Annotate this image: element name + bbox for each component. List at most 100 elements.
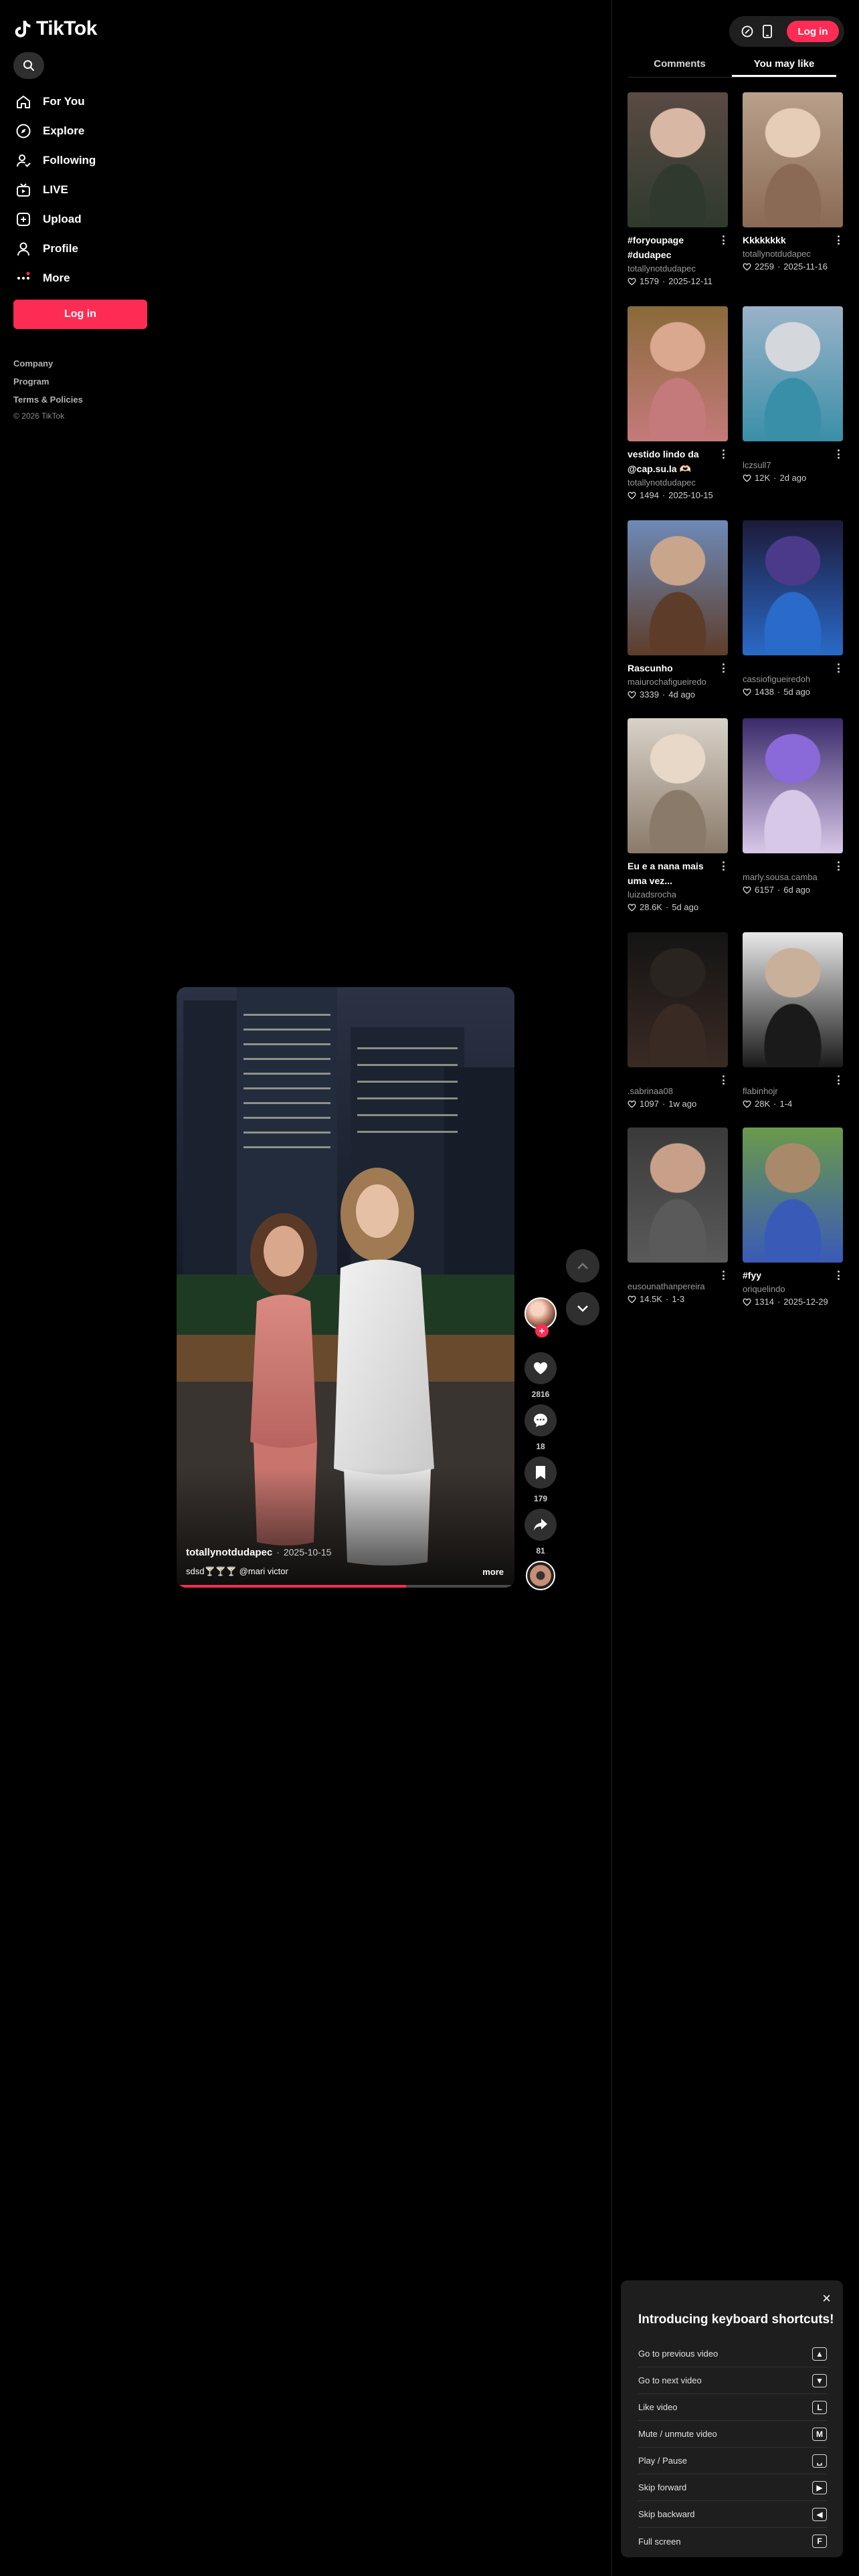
- creator-avatar[interactable]: +: [524, 1297, 557, 1337]
- save-button[interactable]: [524, 1457, 557, 1489]
- video-thumbnail[interactable]: [743, 932, 843, 1067]
- header-login-button[interactable]: Log in: [787, 21, 839, 42]
- video-author[interactable]: lczsull7: [743, 459, 843, 471]
- close-icon[interactable]: ×: [822, 2290, 831, 2307]
- video-author[interactable]: .sabrinaa08: [628, 1085, 728, 1097]
- tiktok-logo-icon: [15, 21, 31, 37]
- more-icon: [15, 270, 32, 287]
- caption-more-link[interactable]: more: [482, 1567, 504, 1577]
- like-button[interactable]: [524, 1352, 557, 1384]
- share-button[interactable]: [524, 1509, 557, 1541]
- video-card[interactable]: flabinhojr 28K · 1-4: [743, 932, 843, 1111]
- video-progress-bar[interactable]: [177, 1585, 514, 1588]
- footer-link-program[interactable]: Program: [13, 372, 83, 391]
- sound-disc[interactable]: [526, 1561, 555, 1590]
- more-options-icon[interactable]: [835, 235, 842, 245]
- video-thumbnail[interactable]: [743, 1128, 843, 1263]
- shortcut-key: ▼: [812, 2373, 827, 2387]
- video-card[interactable]: #foryoupage #dudapec totallynotdudapec 157…: [628, 92, 728, 288]
- video-thumbnail[interactable]: [628, 718, 728, 853]
- video-author[interactable]: eusounathanpereira: [628, 1280, 728, 1293]
- search-button[interactable]: [13, 52, 44, 79]
- footer-link-company[interactable]: Company: [13, 354, 83, 372]
- more-options-icon[interactable]: [720, 1271, 727, 1280]
- tab-you-may-like[interactable]: You may like: [732, 52, 836, 77]
- video-author[interactable]: flabinhojr: [743, 1085, 843, 1097]
- nav-item-explore[interactable]: Explore: [15, 116, 96, 146]
- video-card[interactable]: vestido lindo da @cap.su.la 🫶🏻 totallynot…: [628, 306, 728, 502]
- video-card[interactable]: lczsull7 12K · 2d ago: [743, 306, 843, 485]
- more-options-icon[interactable]: [835, 663, 842, 673]
- footer-link-terms[interactable]: Terms & Policies: [13, 391, 83, 409]
- get-app-button[interactable]: [757, 21, 777, 41]
- post-date: 1-3: [672, 1294, 685, 1304]
- nav-label: Profile: [43, 242, 78, 255]
- video-thumbnail[interactable]: [743, 718, 843, 853]
- video-player[interactable]: totallynotdudapec · 2025-10-15 sdsd🍸🍸🍸 @…: [177, 987, 514, 1588]
- video-author-name[interactable]: totallynotdudapec: [186, 1547, 272, 1558]
- more-options-icon[interactable]: [835, 1271, 842, 1280]
- more-options-icon[interactable]: [720, 1075, 727, 1085]
- post-date: 2025-12-11: [668, 276, 712, 286]
- sidebar-login-button[interactable]: Log in: [13, 300, 147, 329]
- more-options-icon[interactable]: [835, 861, 842, 871]
- more-options-icon[interactable]: [835, 449, 842, 459]
- comment-button[interactable]: [524, 1404, 557, 1436]
- video-author[interactable]: luizadsrocha: [628, 888, 728, 901]
- video-thumbnail[interactable]: [743, 92, 843, 227]
- search-icon: [23, 60, 34, 71]
- more-options-icon[interactable]: [720, 663, 727, 673]
- video-author[interactable]: maiurochafigueiredo: [628, 675, 728, 688]
- video-card[interactable]: marly.sousa.camba 6157 · 6d ago: [743, 718, 843, 897]
- video-thumbnail[interactable]: [628, 306, 728, 441]
- stat-separator: ·: [777, 885, 781, 895]
- heart-outline-icon: [743, 474, 751, 482]
- video-card[interactable]: Eu e a nana mais uma vez... luizadsrocha 2…: [628, 718, 728, 914]
- video-author[interactable]: totallynotdudapec: [628, 262, 728, 275]
- previous-video-button[interactable]: [566, 1249, 599, 1283]
- nav-item-more[interactable]: More: [15, 263, 96, 293]
- video-card[interactable]: cassiofigueiredoh 1438 · 5d ago: [743, 520, 843, 699]
- shortcut-row: Full screen F: [638, 2528, 827, 2555]
- more-options-icon[interactable]: [835, 1075, 842, 1085]
- more-options-icon[interactable]: [720, 449, 727, 459]
- video-card[interactable]: Rascunho maiurochafigueiredo 3339 · 4d ago: [628, 520, 728, 702]
- video-thumbnail[interactable]: [628, 932, 728, 1067]
- stat-separator: ·: [777, 687, 781, 697]
- video-thumbnail[interactable]: [743, 306, 843, 441]
- video-author[interactable]: cassiofigueiredoh: [743, 673, 843, 685]
- shortcut-label: Full screen: [638, 2536, 681, 2547]
- video-thumbnail[interactable]: [628, 92, 728, 227]
- follow-plus-button[interactable]: +: [535, 1324, 549, 1337]
- nav-item-for-you[interactable]: For You: [15, 87, 96, 116]
- video-author[interactable]: oriquelindo: [743, 1283, 843, 1295]
- video-thumbnail[interactable]: [743, 520, 843, 655]
- video-author[interactable]: totallynotdudapec: [743, 247, 843, 260]
- video-card[interactable]: Kkkkkkkk totallynotdudapec 2259 · 2025-11-16: [743, 92, 843, 274]
- post-date: 5d ago: [783, 687, 811, 697]
- nav-item-upload[interactable]: Upload: [15, 205, 96, 234]
- nav-item-profile[interactable]: Profile: [15, 234, 96, 263]
- video-thumbnail[interactable]: [628, 1128, 728, 1263]
- coins-button[interactable]: [737, 21, 757, 41]
- shortcut-key: ◀: [812, 2507, 827, 2521]
- more-options-icon[interactable]: [720, 235, 727, 245]
- video-author[interactable]: marly.sousa.camba: [743, 871, 843, 883]
- tiktok-logo[interactable]: TikTok: [15, 17, 97, 40]
- video-thumbnail[interactable]: [628, 520, 728, 655]
- video-author[interactable]: totallynotdudapec: [628, 476, 728, 489]
- chevron-up-icon: [577, 1263, 588, 1269]
- nav-item-live[interactable]: LIVE: [15, 175, 96, 205]
- video-card[interactable]: #fyy oriquelindo 1314 · 2025-12-29: [743, 1128, 843, 1309]
- shortcut-key: M: [812, 2427, 827, 2441]
- video-card[interactable]: .sabrinaa08 1097 · 1w ago: [628, 932, 728, 1111]
- like-count: 2816: [531, 1390, 550, 1399]
- video-stats: 1579 · 2025-12-11: [628, 275, 728, 288]
- video-card[interactable]: eusounathanpereira 14.5K · 1-3: [628, 1128, 728, 1306]
- more-options-icon[interactable]: [720, 861, 727, 871]
- nav-item-following[interactable]: Following: [15, 146, 96, 175]
- post-date: 2025-12-29: [783, 1297, 828, 1307]
- tab-comments[interactable]: Comments: [628, 52, 732, 77]
- heart-outline-icon: [628, 1295, 636, 1303]
- next-video-button[interactable]: [566, 1292, 599, 1325]
